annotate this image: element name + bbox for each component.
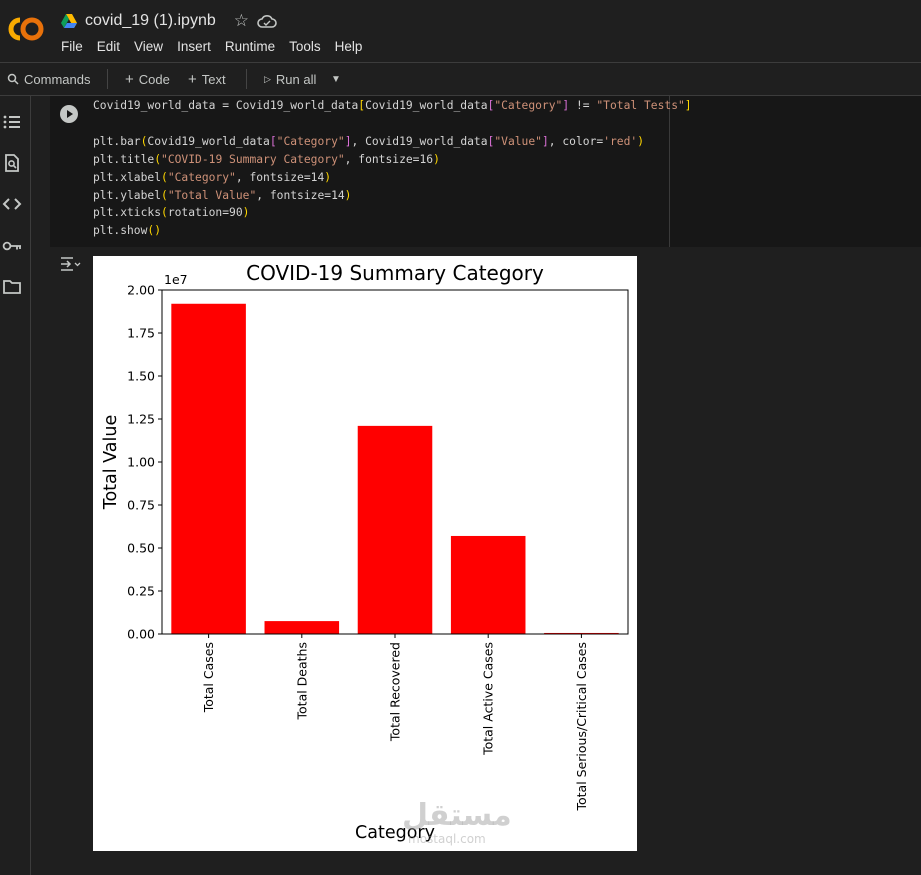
y-tick-label: 1.00: [127, 455, 155, 470]
y-tick-label: 0.25: [127, 584, 155, 599]
bar-3: [450, 535, 526, 634]
y-tick-label: 1.75: [127, 326, 155, 341]
menu-edit[interactable]: Edit: [97, 39, 120, 54]
colab-logo[interactable]: [6, 14, 46, 44]
output-actions-icon[interactable]: [59, 255, 81, 273]
plus-icon: +: [125, 70, 134, 88]
y-tick-label: 0.00: [127, 627, 155, 642]
cell-gutter: [31, 96, 50, 875]
code-line-5: plt.xlabel("Category", fontsize=14): [93, 170, 332, 184]
code-snippets-icon[interactable]: [2, 194, 22, 214]
toolbar-divider: [246, 69, 247, 89]
play-icon: ▷: [264, 73, 271, 84]
toolbar: Commands + Code + Text ▷ Run all ▼: [0, 62, 921, 96]
bar-2: [357, 425, 433, 634]
run-cell-button[interactable]: [60, 105, 78, 123]
files-folder-icon[interactable]: [2, 277, 22, 297]
app-header: covid_19 (1).ipynb ☆ File Edit View Inse…: [0, 0, 921, 62]
code-editor[interactable]: Covid19_world_data = Covid19_world_data[…: [93, 97, 692, 240]
commands-button[interactable]: Commands: [7, 63, 90, 95]
bar-0: [171, 303, 246, 634]
chart-title: COVID-19 Summary Category: [246, 261, 544, 285]
add-text-label: Text: [201, 71, 226, 87]
plus-icon: +: [188, 70, 197, 88]
star-icon[interactable]: ☆: [234, 11, 249, 31]
menu-runtime[interactable]: Runtime: [225, 39, 275, 54]
menu-bar: File Edit View Insert Runtime Tools Help: [61, 39, 362, 54]
code-line-4: plt.title("COVID-19 Summary Category", f…: [93, 152, 440, 166]
run-all-button[interactable]: ▷ Run all: [264, 63, 316, 95]
menu-view[interactable]: View: [134, 39, 163, 54]
y-axis-label: Total Value: [101, 415, 121, 511]
run-all-label: Run all: [275, 71, 317, 87]
x-tick-label: Total Serious/Critical Cases: [574, 642, 589, 812]
matplotlib-figure: 0.00 0.25 0.50 0.75 1.00 1.25 1.50 1.75 2.00 Tota…: [93, 256, 637, 851]
watermark: مستقل mostaql.com: [402, 798, 512, 847]
left-side-rail: [0, 96, 31, 875]
x-tick-label: Total Cases: [201, 642, 216, 713]
cloud-saved-icon[interactable]: [257, 14, 277, 28]
search-icon: [7, 73, 19, 85]
notebook-title[interactable]: covid_19 (1).ipynb: [85, 12, 216, 30]
y-tick-label: 1.25: [127, 412, 155, 427]
toolbar-divider: [107, 69, 108, 89]
caret-down-icon: ▼: [331, 73, 341, 85]
add-code-label: Code: [138, 71, 170, 87]
x-tick-label: Total Deaths: [294, 642, 309, 720]
code-line-8: plt.show(): [93, 224, 162, 238]
menu-tools[interactable]: Tools: [289, 39, 321, 54]
code-line-1: Covid19_world_data = Covid19_world_data[…: [93, 99, 692, 112]
menu-help[interactable]: Help: [335, 39, 363, 54]
x-tick-label: Total Active Cases: [481, 642, 496, 756]
y-tick-label: 1.50: [127, 369, 155, 384]
menu-insert[interactable]: Insert: [177, 39, 211, 54]
y-tick-label: 2.00: [127, 283, 155, 298]
code-line-6: plt.ylabel("Total Value", fontsize=14): [93, 188, 352, 202]
y-tick-label: 0.50: [127, 541, 155, 556]
google-drive-icon: [61, 14, 77, 28]
find-icon[interactable]: [2, 153, 22, 173]
add-code-button[interactable]: + Code: [125, 63, 170, 95]
add-text-button[interactable]: + Text: [188, 63, 226, 95]
bar-1: [264, 621, 340, 634]
watermark-latin: mostaql.com: [408, 832, 486, 846]
menu-file[interactable]: File: [61, 39, 83, 54]
watermark-arabic: مستقل: [402, 798, 512, 833]
secrets-key-icon[interactable]: [2, 236, 22, 256]
x-tick-label: Total Recovered: [388, 642, 403, 742]
run-all-dropdown[interactable]: ▼: [331, 63, 341, 95]
commands-label: Commands: [24, 71, 91, 87]
toc-icon[interactable]: [2, 112, 22, 132]
code-line-3: plt.bar(Covid19_world_data["Category"], …: [93, 134, 645, 148]
y-tick-label: 0.75: [127, 498, 155, 513]
code-line-7: plt.xticks(rotation=90): [93, 206, 250, 220]
offset-label: 1e7: [164, 272, 188, 287]
bar-chart: 0.00 0.25 0.50 0.75 1.00 1.25 1.50 1.75 2.00 Tota…: [101, 261, 629, 843]
